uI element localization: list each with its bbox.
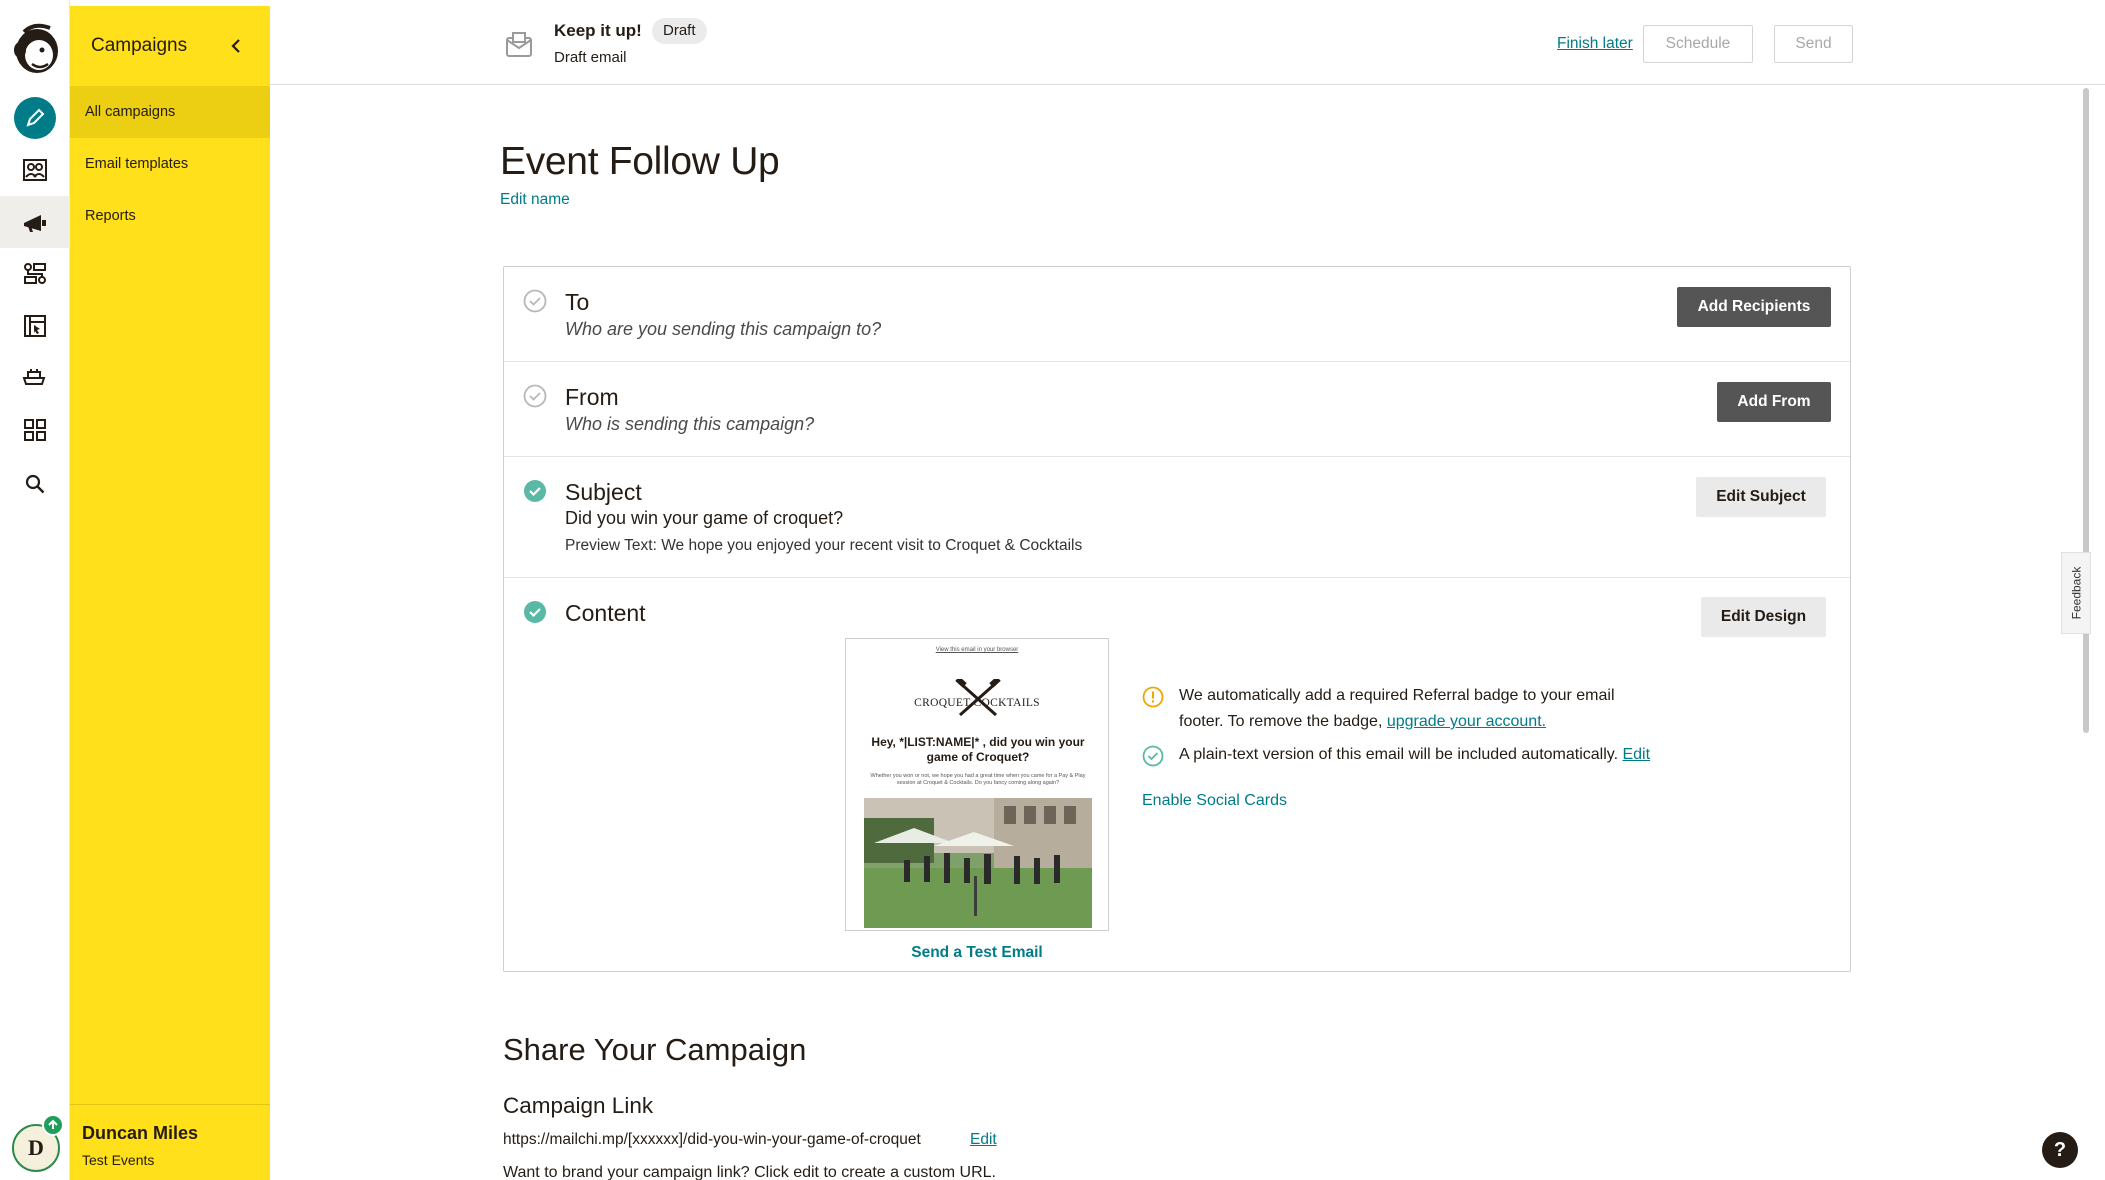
sidebar-item-all-campaigns[interactable]: All campaigns [70, 86, 270, 138]
brand-link-prompt: Want to brand your campaign link? Click … [503, 1164, 996, 1180]
user-org: Test Events [82, 1152, 155, 1168]
main-content: Event Follow Up Edit name To Who are you… [270, 86, 2085, 1180]
send-test-email-link[interactable]: Send a Test Email [845, 944, 1109, 962]
help-icon: ? [2053, 1138, 2067, 1161]
help-button[interactable]: ? [2042, 1132, 2078, 1168]
finish-later-link[interactable]: Finish later [1557, 35, 1633, 53]
email-draft-icon [506, 32, 532, 57]
integrations-nav-button[interactable] [0, 352, 70, 404]
topbar-title: Keep it up! [554, 21, 642, 40]
referral-badge-notice: We automatically add a required Referral… [1179, 683, 1699, 735]
campaigns-sidebar: Campaigns All campaigns Email templates … [70, 6, 270, 1180]
complete-check-icon [524, 601, 546, 623]
integrations-icon [22, 369, 46, 385]
sidebar-title: Campaigns [91, 35, 188, 56]
status-badge: Draft [652, 18, 707, 44]
create-nav-button[interactable] [0, 92, 70, 144]
website-nav-button[interactable] [0, 300, 70, 352]
search-icon [25, 474, 45, 494]
collapse-chevron-icon[interactable] [230, 38, 242, 54]
nav-rail: D [0, 0, 70, 1180]
audience-nav-button[interactable] [0, 144, 70, 196]
subject-value: Did you win your game of croquet? [565, 508, 844, 528]
campaigns-nav-button[interactable] [0, 196, 70, 248]
audience-icon [23, 159, 47, 181]
edit-name-link[interactable]: Edit name [500, 191, 570, 209]
feedback-label: Feedback [2069, 566, 2084, 620]
share-section-title: Share Your Campaign [503, 1032, 807, 1067]
sidebar-item-label: Reports [85, 208, 136, 224]
incomplete-check-icon [523, 289, 547, 313]
view-in-browser-link: View this email in your browser [935, 647, 1019, 653]
sidebar-item-label: Email templates [85, 156, 189, 172]
checklist-row-content: Content Edit Design View this email in y… [504, 578, 1850, 973]
plain-text-notice-text: A plain-text version of this email will … [1179, 746, 1619, 763]
garden-party-photo [864, 798, 1092, 928]
sidebar-item-label: All campaigns [85, 104, 176, 120]
upgrade-arrow-icon[interactable] [42, 1114, 64, 1136]
feedback-tab[interactable]: Feedback [2061, 552, 2091, 634]
section-label-to: To [565, 289, 590, 315]
plain-text-check-icon [1142, 745, 1164, 767]
email-preview-thumbnail[interactable]: View this email in your browser CROQUET … [845, 638, 1109, 931]
campaigns-megaphone-icon [24, 215, 46, 232]
campaign-url: https://mailchi.mp/[xxxxxx]/did-you-win-… [503, 1131, 921, 1148]
scrollbar-thumb[interactable] [2083, 88, 2089, 733]
checklist-row-to: To Who are you sending this campaign to?… [504, 267, 1850, 362]
sidebar-item-email-templates[interactable]: Email templates [70, 138, 270, 190]
website-icon [24, 315, 46, 337]
section-label-subject: Subject [565, 479, 642, 505]
section-label-from: From [565, 384, 619, 410]
upgrade-account-link[interactable]: upgrade your account. [1387, 713, 1546, 730]
campaign-link-title: Campaign Link [503, 1093, 654, 1118]
referral-notice-text-2: footer. To remove the badge, [1179, 713, 1383, 730]
topbar-subtitle: Draft email [554, 49, 627, 66]
search-nav-button[interactable] [0, 458, 70, 510]
section-label-content: Content [565, 600, 646, 626]
automations-icon [24, 263, 46, 284]
create-pencil-icon [14, 97, 56, 139]
page-title: Event Follow Up [500, 140, 780, 183]
account-switcher[interactable]: Duncan Miles Test Events [70, 1104, 270, 1180]
apps-nav-button[interactable] [0, 404, 70, 456]
apps-grid-icon [24, 419, 46, 441]
preview-text: Preview Text: We hope you enjoyed your r… [565, 537, 1083, 554]
plain-text-edit-link[interactable]: Edit [1622, 746, 1650, 763]
edit-design-button[interactable]: Edit Design [1701, 597, 1826, 637]
referral-notice-text: We automatically add a required Referral… [1179, 687, 1615, 704]
section-desc-to: Who are you sending this campaign to? [565, 319, 882, 339]
send-button[interactable]: Send [1774, 25, 1853, 63]
complete-check-icon [524, 480, 546, 502]
section-desc-from: Who is sending this campaign? [565, 414, 815, 434]
sidebar-header: Campaigns [70, 6, 270, 86]
preview-brand: CROQUET COCKTAILS [914, 697, 1040, 709]
preview-body: Whether you won or not, we hope you had … [870, 773, 1086, 786]
checklist-row-from: From Who is sending this campaign? Add F… [504, 362, 1850, 457]
mailchimp-logo-icon[interactable] [10, 20, 62, 78]
campaign-topbar: Keep it up! Draft Draft email Finish lat… [270, 0, 2105, 85]
user-name: Duncan Miles [82, 1123, 199, 1143]
enable-social-cards-link[interactable]: Enable Social Cards [1142, 792, 1287, 810]
checklist-row-subject: Subject Did you win your game of croquet… [504, 457, 1850, 578]
edit-subject-button[interactable]: Edit Subject [1696, 477, 1826, 517]
preview-headline: Hey, *|LIST:NAME|* , did you win your ga… [871, 735, 1085, 764]
plain-text-notice: A plain-text version of this email will … [1179, 742, 1739, 768]
schedule-button[interactable]: Schedule [1643, 25, 1753, 63]
add-from-button[interactable]: Add From [1717, 382, 1831, 422]
incomplete-check-icon [523, 384, 547, 408]
campaign-url-edit-link[interactable]: Edit [970, 1131, 997, 1149]
sidebar-item-reports[interactable]: Reports [70, 190, 270, 242]
campaign-checklist: To Who are you sending this campaign to?… [503, 266, 1851, 972]
add-recipients-button[interactable]: Add Recipients [1677, 287, 1831, 327]
avatar-initial: D [28, 1135, 44, 1160]
warning-icon [1142, 686, 1164, 708]
automations-nav-button[interactable] [0, 248, 70, 300]
